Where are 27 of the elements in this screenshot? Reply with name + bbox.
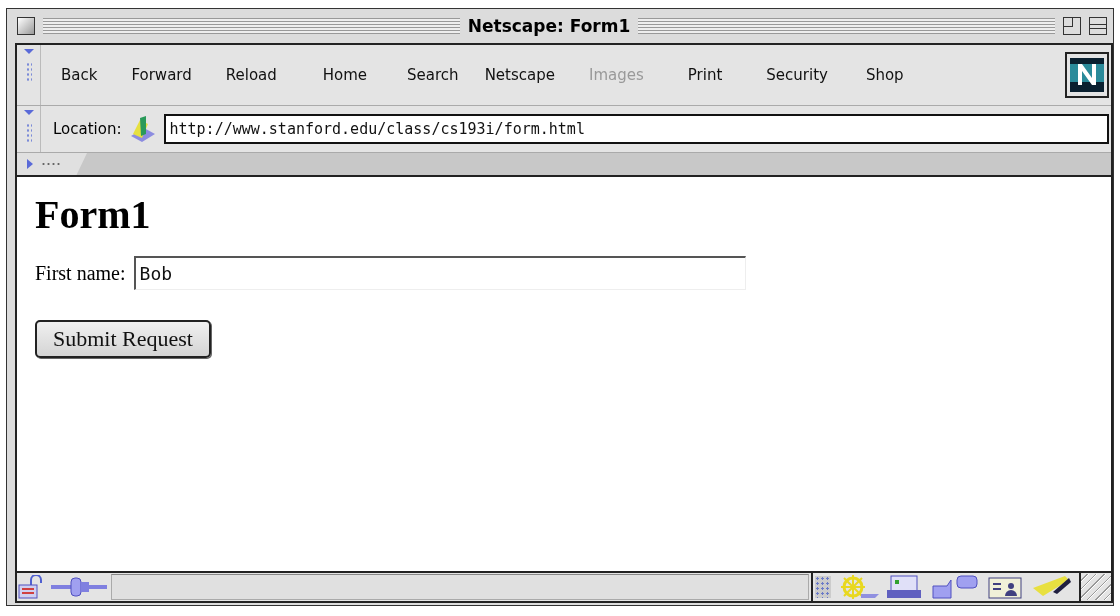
address-book-icon[interactable] — [985, 574, 1025, 600]
toolbar-button[interactable]: Print — [687, 66, 723, 84]
toolbar-button[interactable]: Security — [766, 66, 828, 84]
toolbar-button[interactable]: Netscape — [484, 66, 555, 84]
title-bar-stripes[interactable] — [638, 18, 1055, 34]
url-field[interactable]: http://www.stanford.edu/class/cs193i/form.html — [163, 114, 1109, 144]
first-name-field[interactable]: Bob — [133, 256, 746, 290]
toolbar-button[interactable]: Back — [61, 66, 98, 84]
toolbar-button[interactable]: Shop — [865, 66, 904, 84]
window-title: Netscape: Form1 — [467, 16, 631, 36]
zoom-box[interactable] — [1063, 17, 1081, 35]
collapse-box[interactable] — [1089, 17, 1107, 35]
logo-icon — [1065, 52, 1109, 98]
page-heading: Form1 — [35, 191, 152, 238]
toolbar-button[interactable]: Reload — [225, 66, 277, 84]
toolbar-button[interactable]: Search — [407, 66, 459, 84]
submit-button[interactable]: Submit Request — [35, 320, 211, 358]
field-label: First name: — [35, 261, 126, 285]
close-box[interactable] — [17, 17, 35, 35]
location-label: Location: — [53, 120, 122, 138]
toolbar-button[interactable]: Forward — [131, 66, 192, 84]
resize-handle[interactable] — [1081, 574, 1111, 600]
toolbar-button[interactable]: Home — [322, 66, 368, 84]
title-bar-stripes[interactable] — [43, 18, 460, 34]
personal-toolbar-tab[interactable] — [17, 153, 87, 175]
connection-icon — [51, 575, 109, 599]
component-bar-grip[interactable] — [815, 576, 831, 598]
